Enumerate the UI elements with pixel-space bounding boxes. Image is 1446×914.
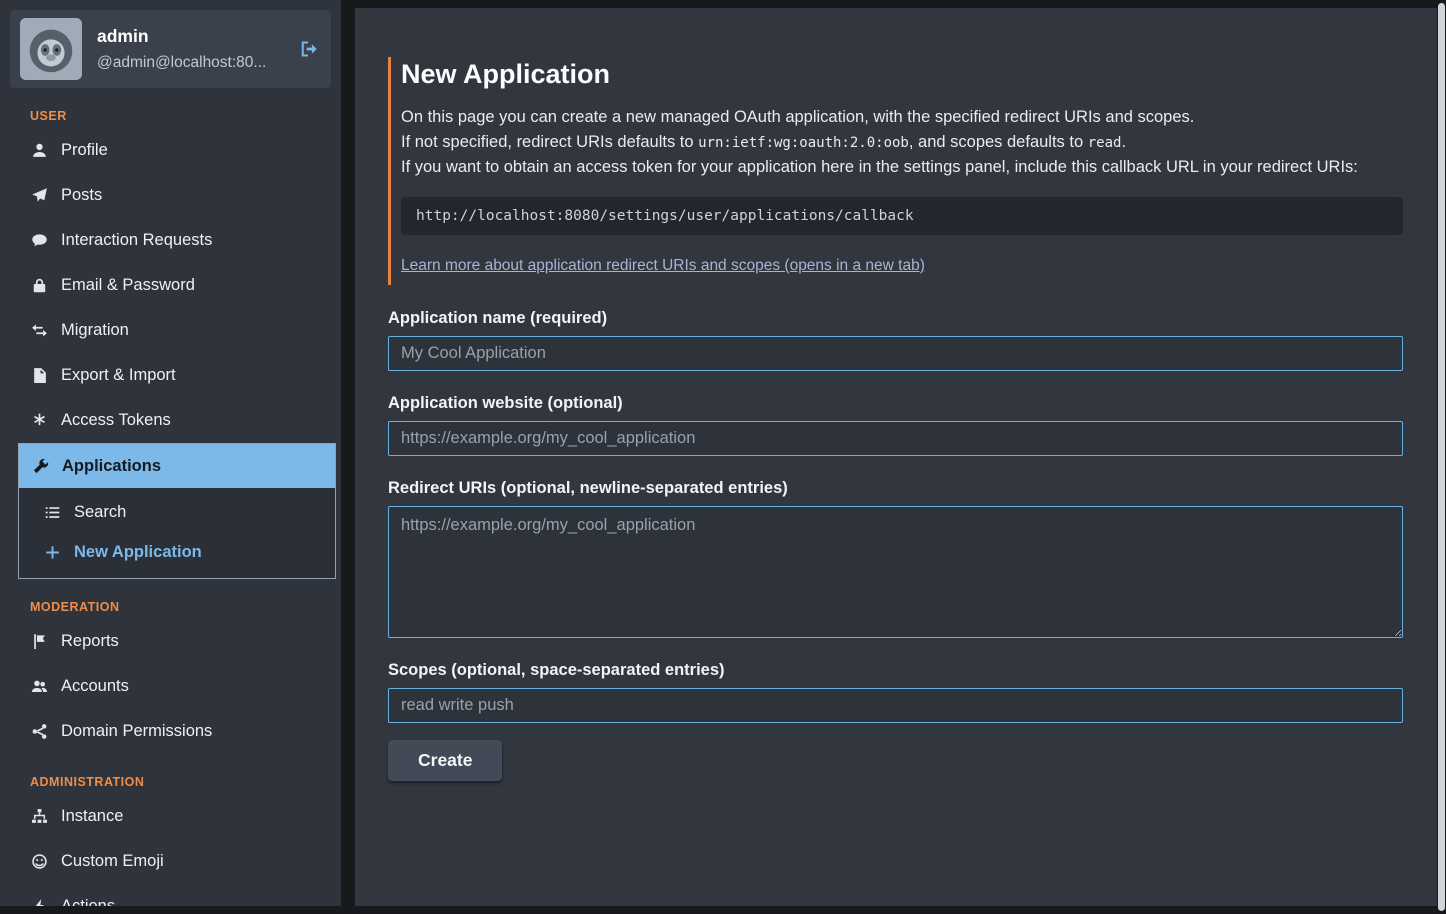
sidebar-item-reports[interactable]: Reports <box>18 619 336 664</box>
file-export-icon <box>30 367 49 384</box>
sidebar-item-label: Profile <box>61 141 108 160</box>
user-handle: @admin@localhost:80... <box>97 54 266 72</box>
sidebar-item-new-application[interactable]: New Application <box>19 532 335 572</box>
plus-icon <box>43 544 62 561</box>
page-title: New Application <box>401 59 1403 90</box>
application-name-label: Application name (required) <box>388 309 1403 328</box>
asterisk-icon <box>30 412 49 429</box>
application-name-field: Application name (required) <box>388 309 1403 371</box>
sidebar-item-label: Export & Import <box>61 366 176 385</box>
sidebar-item-label: Interaction Requests <box>61 231 212 250</box>
user-name: admin <box>97 26 266 47</box>
sidebar-item-label: Domain Permissions <box>61 722 212 741</box>
application-website-input[interactable] <box>388 421 1403 456</box>
sidebar-item-access-tokens[interactable]: Access Tokens <box>18 398 336 443</box>
intro-line-1: On this page you can create a new manage… <box>401 105 1403 130</box>
sidebar-item-applications-search[interactable]: Search <box>19 492 335 532</box>
sidebar-item-actions[interactable]: Actions <box>18 884 336 906</box>
sidebar-item-label: Email & Password <box>61 276 195 295</box>
sidebar-item-posts[interactable]: Posts <box>18 173 336 218</box>
sidebar-item-label: Instance <box>61 807 123 826</box>
logout-icon[interactable] <box>299 39 319 59</box>
sidebar-item-profile[interactable]: Profile <box>18 128 336 173</box>
user-card-text: admin @admin@localhost:80... <box>97 26 266 72</box>
sidebar-item-migration[interactable]: Migration <box>18 308 336 353</box>
sidebar-item-label: Reports <box>61 632 119 651</box>
intro-line-3: If you want to obtain an access token fo… <box>401 155 1403 180</box>
sidebar-item-export-import[interactable]: Export & Import <box>18 353 336 398</box>
comment-icon <box>30 232 49 249</box>
sidebar-item-label: Actions <box>61 897 115 906</box>
sidebar-item-instance[interactable]: Instance <box>18 794 336 839</box>
intro-text: On this page you can create a new manage… <box>401 105 1403 180</box>
inline-code-read: read <box>1088 135 1122 151</box>
section-label-moderation: MODERATION <box>30 600 336 614</box>
learn-more-link[interactable]: Learn more about application redirect UR… <box>401 257 925 275</box>
flag-icon <box>30 633 49 650</box>
sidebar-item-label: Accounts <box>61 677 129 696</box>
scopes-input[interactable] <box>388 688 1403 723</box>
sidebar-item-domain-permissions[interactable]: Domain Permissions <box>18 709 336 754</box>
application-website-field: Application website (optional) <box>388 394 1403 456</box>
create-button[interactable]: Create <box>388 740 502 781</box>
paper-plane-icon <box>30 187 49 204</box>
scopes-label: Scopes (optional, space-separated entrie… <box>388 661 1403 680</box>
sidebar-item-label: Access Tokens <box>61 411 171 430</box>
section-label-user: USER <box>30 109 336 123</box>
users-icon <box>30 678 49 695</box>
application-website-label: Application website (optional) <box>388 394 1403 413</box>
main-panel: New Application On this page you can cre… <box>355 8 1437 906</box>
user-icon <box>30 142 49 159</box>
sidebar-item-label: Applications <box>62 457 161 476</box>
page-scrollbar <box>1437 0 1446 914</box>
exchange-icon <box>30 322 49 339</box>
sidebar-item-email-password[interactable]: Email & Password <box>18 263 336 308</box>
sidebar-item-applications[interactable]: Applications <box>19 444 335 488</box>
sidebar-item-label: Migration <box>61 321 129 340</box>
callback-url-codeblock: http://localhost:8080/settings/user/appl… <box>401 197 1403 235</box>
scrollbar-thumb[interactable] <box>1438 3 1445 911</box>
sidebar-item-accounts[interactable]: Accounts <box>18 664 336 709</box>
sidebar-item-label: Custom Emoji <box>61 852 164 871</box>
sidebar-menu: USER Profile Posts Interaction Requests … <box>0 109 341 906</box>
sidebar-item-interaction-requests[interactable]: Interaction Requests <box>18 218 336 263</box>
list-icon <box>43 504 62 521</box>
sidebar: admin @admin@localhost:80... USER Profil… <box>0 0 341 906</box>
sidebar-item-label: Search <box>74 503 126 522</box>
inline-code-oob: urn:ietf:wg:oauth:2.0:oob <box>698 135 909 151</box>
wrench-icon <box>31 458 50 475</box>
smiley-icon <box>30 853 49 870</box>
sidebar-item-label: New Application <box>74 543 202 562</box>
sitemap-icon <box>30 808 49 825</box>
sidebar-item-custom-emoji[interactable]: Custom Emoji <box>18 839 336 884</box>
section-label-administration: ADMINISTRATION <box>30 775 336 789</box>
redirect-uris-label: Redirect URIs (optional, newline-separat… <box>388 479 1403 498</box>
user-card[interactable]: admin @admin@localhost:80... <box>10 10 331 88</box>
intro-line-2: If not specified, redirect URIs defaults… <box>401 130 1403 156</box>
sidebar-item-label: Posts <box>61 186 102 205</box>
applications-submenu: Search New Application <box>19 488 335 578</box>
intro-section: New Application On this page you can cre… <box>388 57 1403 285</box>
applications-group: Applications Search New Application <box>18 443 336 579</box>
new-application-form: Application name (required) Application … <box>388 309 1403 781</box>
application-name-input[interactable] <box>388 336 1403 371</box>
bolt-icon <box>30 898 49 906</box>
sloth-avatar <box>20 18 82 80</box>
redirect-uris-field: Redirect URIs (optional, newline-separat… <box>388 479 1403 638</box>
lock-icon <box>30 277 49 294</box>
share-nodes-icon <box>30 723 49 740</box>
scopes-field: Scopes (optional, space-separated entrie… <box>388 661 1403 723</box>
redirect-uris-textarea[interactable] <box>388 506 1403 638</box>
